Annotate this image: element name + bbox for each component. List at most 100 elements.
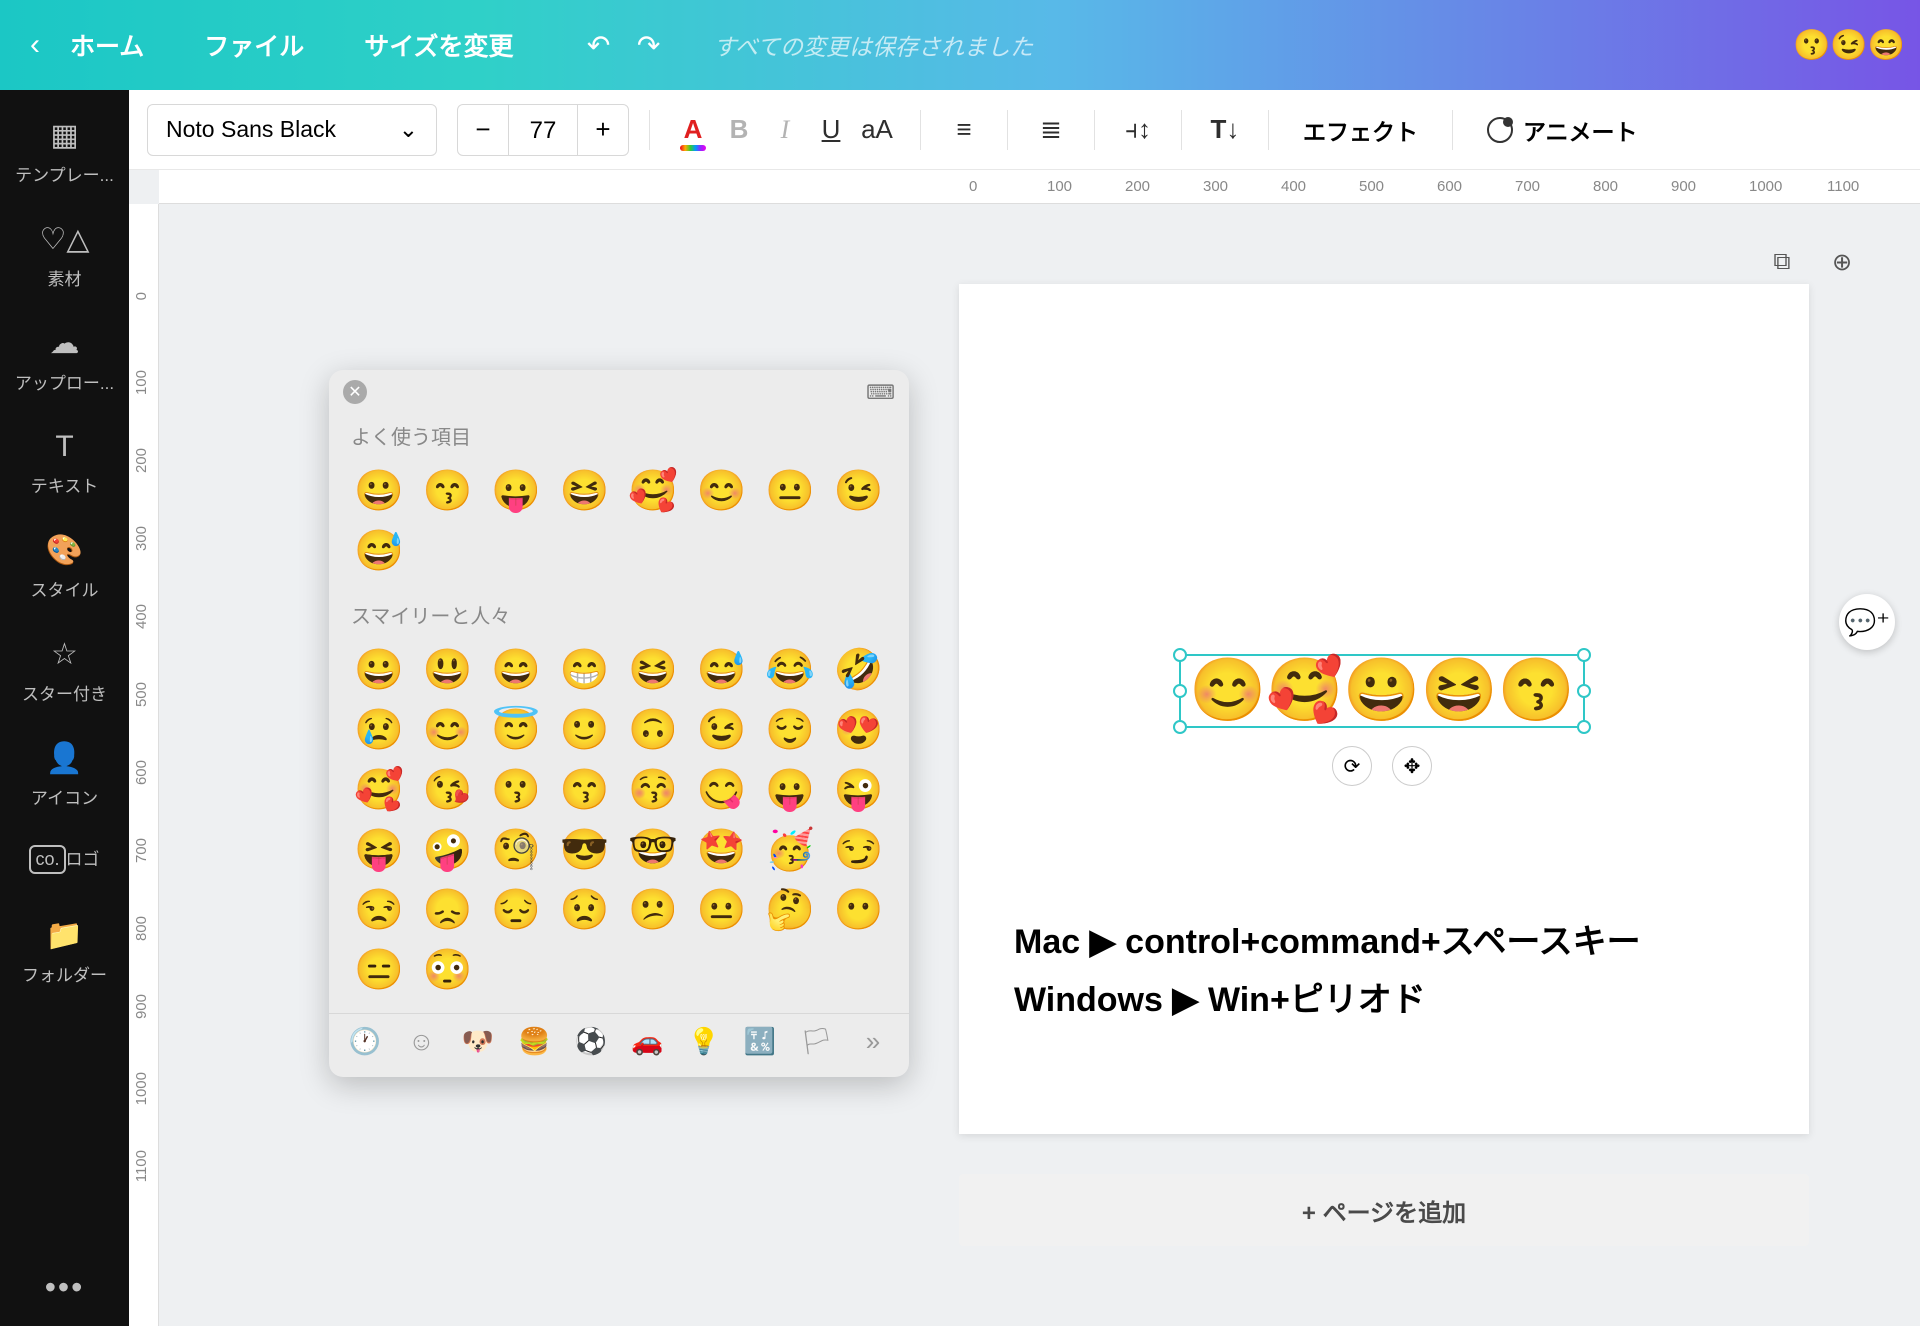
- emoji-item[interactable]: 😂: [756, 639, 825, 699]
- emoji-item[interactable]: 😙: [414, 460, 483, 520]
- emoji-item[interactable]: 😗: [482, 759, 551, 819]
- emoji-item[interactable]: 😒: [345, 879, 414, 939]
- category-more[interactable]: »: [853, 1026, 893, 1057]
- emoji-item[interactable]: 😏: [825, 819, 894, 879]
- italic-button[interactable]: I: [762, 107, 808, 153]
- emoji-item[interactable]: 🙂: [551, 699, 620, 759]
- resize-handle[interactable]: [1577, 720, 1591, 734]
- emoji-item[interactable]: 😕: [619, 879, 688, 939]
- sidebar-item-folder[interactable]: 📁フォルダー: [0, 900, 129, 1004]
- emoji-item[interactable]: 😉: [688, 699, 757, 759]
- emoji-item[interactable]: 😅: [688, 639, 757, 699]
- resize-handle[interactable]: [1173, 648, 1187, 662]
- align-button[interactable]: ≡: [941, 107, 987, 153]
- canvas-body-text[interactable]: Mac ▶ control+command+スペースキー Windows ▶ W…: [1014, 914, 1641, 1030]
- emoji-item[interactable]: 😙: [551, 759, 620, 819]
- category-smileys[interactable]: ☺: [401, 1026, 441, 1057]
- emoji-item[interactable]: 😐: [756, 460, 825, 520]
- emoji-item[interactable]: 🥳: [756, 819, 825, 879]
- emoji-item[interactable]: 😢: [345, 699, 414, 759]
- emoji-item[interactable]: 😄: [482, 639, 551, 699]
- sidebar-more-button[interactable]: •••: [45, 1269, 85, 1306]
- emoji-item[interactable]: 😶: [825, 879, 894, 939]
- emoji-item[interactable]: 😜: [825, 759, 894, 819]
- emoji-item[interactable]: 😎: [551, 819, 620, 879]
- emoji-item[interactable]: 🤓: [619, 819, 688, 879]
- emoji-item[interactable]: 😋: [688, 759, 757, 819]
- vertical-text-button[interactable]: T↓: [1202, 107, 1248, 153]
- font-size-value[interactable]: 77: [508, 105, 578, 155]
- emoji-item[interactable]: 😆: [619, 639, 688, 699]
- emoji-item[interactable]: 😃: [414, 639, 483, 699]
- emoji-item[interactable]: 🙃: [619, 699, 688, 759]
- category-flags[interactable]: 🏳: [797, 1026, 837, 1057]
- category-symbols[interactable]: 🔣: [740, 1026, 780, 1057]
- resize-handle[interactable]: [1173, 684, 1187, 698]
- emoji-item[interactable]: 😌: [756, 699, 825, 759]
- sidebar-item-icons[interactable]: 👤アイコン: [0, 723, 129, 827]
- file-menu[interactable]: ファイル: [204, 27, 304, 63]
- category-food[interactable]: 🍔: [514, 1026, 554, 1057]
- selected-text-box[interactable]: 😊🥰😀😆😙 ⟳ ✥: [1179, 654, 1585, 728]
- font-size-increase[interactable]: +: [578, 114, 628, 145]
- emoji-item[interactable]: 😍: [825, 699, 894, 759]
- emoji-item[interactable]: 😑: [345, 939, 414, 999]
- emoji-item[interactable]: 😚: [619, 759, 688, 819]
- sidebar-item-text[interactable]: Tテキスト: [0, 412, 129, 515]
- category-animals[interactable]: 🐶: [458, 1026, 498, 1057]
- emoji-item[interactable]: 😘: [414, 759, 483, 819]
- redo-button[interactable]: ↷: [624, 29, 674, 62]
- emoji-item[interactable]: 😀: [345, 639, 414, 699]
- emoji-item[interactable]: 🥰: [345, 759, 414, 819]
- spacing-button[interactable]: ⫞↕: [1115, 107, 1161, 153]
- emoji-item[interactable]: 😛: [756, 759, 825, 819]
- add-page-button[interactable]: + ページを追加: [959, 1174, 1809, 1246]
- back-button[interactable]: ‹: [30, 28, 70, 62]
- emoji-item[interactable]: 🤪: [414, 819, 483, 879]
- category-travel[interactable]: 🚗: [627, 1026, 667, 1057]
- duplicate-page-button[interactable]: ⧉: [1764, 244, 1800, 280]
- category-objects[interactable]: 💡: [684, 1026, 724, 1057]
- emoji-item[interactable]: 🤣: [825, 639, 894, 699]
- category-recent[interactable]: 🕐: [345, 1026, 385, 1057]
- emoji-item[interactable]: 😁: [551, 639, 620, 699]
- emoji-item[interactable]: 🤔: [756, 879, 825, 939]
- home-menu[interactable]: ホーム: [70, 27, 144, 63]
- emoji-item[interactable]: 🧐: [482, 819, 551, 879]
- rotate-button[interactable]: ⟳: [1332, 746, 1372, 786]
- undo-button[interactable]: ↶: [574, 29, 624, 62]
- emoji-item[interactable]: 😝: [345, 819, 414, 879]
- emoji-item[interactable]: 🤩: [688, 819, 757, 879]
- emoji-item[interactable]: 😅: [345, 520, 414, 580]
- resize-handle[interactable]: [1173, 720, 1187, 734]
- sidebar-item-uploads[interactable]: ☁アップロー...: [0, 308, 129, 412]
- emoji-item[interactable]: 😆: [551, 460, 620, 520]
- canvas-emoji-text[interactable]: 😊🥰😀😆😙: [1189, 660, 1575, 722]
- effects-button[interactable]: エフェクト: [1289, 113, 1432, 147]
- keyboard-toggle-icon[interactable]: ⌨: [866, 380, 895, 405]
- resize-handle[interactable]: [1577, 648, 1591, 662]
- add-page-icon-button[interactable]: ⊕: [1824, 244, 1860, 280]
- text-color-button[interactable]: A: [670, 107, 716, 153]
- sidebar-item-starred[interactable]: ☆スター付き: [0, 619, 129, 723]
- emoji-item[interactable]: 😐: [688, 879, 757, 939]
- emoji-item[interactable]: 😇: [482, 699, 551, 759]
- sidebar-item-templates[interactable]: ▦テンプレー...: [0, 100, 129, 204]
- design-canvas[interactable]: 😊🥰😀😆😙 ⟳ ✥ Mac ▶ control+command+スペースキー W…: [959, 284, 1809, 1134]
- emoji-item[interactable]: 😀: [345, 460, 414, 520]
- sidebar-item-styles[interactable]: 🎨スタイル: [0, 515, 129, 619]
- emoji-item[interactable]: 😊: [688, 460, 757, 520]
- emoji-item[interactable]: 😉: [825, 460, 894, 520]
- emoji-item[interactable]: 😔: [482, 879, 551, 939]
- emoji-item[interactable]: 😊: [414, 699, 483, 759]
- resize-menu[interactable]: サイズを変更: [364, 27, 513, 63]
- comment-button[interactable]: 💬⁺: [1839, 594, 1895, 650]
- emoji-item[interactable]: 😛: [482, 460, 551, 520]
- list-button[interactable]: ≣: [1028, 107, 1074, 153]
- emoji-item[interactable]: 🥰: [619, 460, 688, 520]
- animate-button[interactable]: アニメート: [1473, 113, 1652, 147]
- emoji-item[interactable]: 😞: [414, 879, 483, 939]
- move-button[interactable]: ✥: [1392, 746, 1432, 786]
- resize-handle[interactable]: [1577, 684, 1591, 698]
- font-size-decrease[interactable]: −: [458, 114, 508, 145]
